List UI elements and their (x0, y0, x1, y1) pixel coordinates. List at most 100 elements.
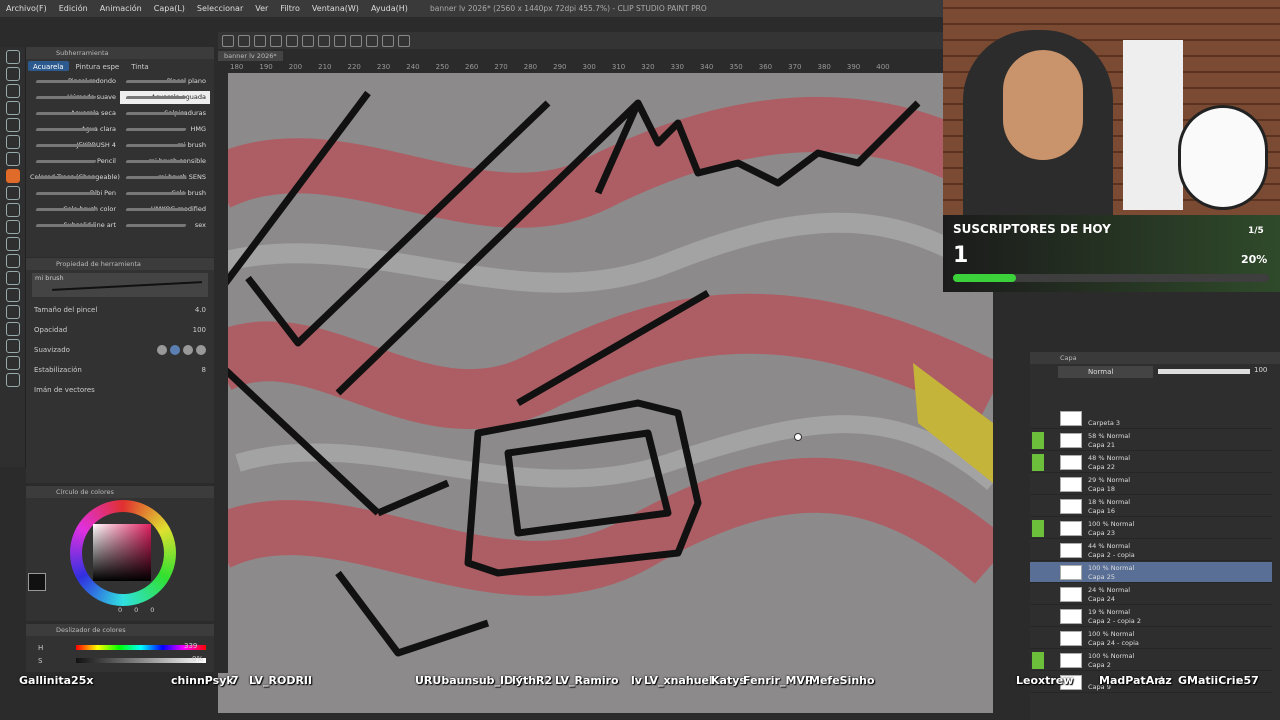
vector-label[interactable]: Imán de vectores (34, 386, 95, 394)
zoom-icon[interactable] (5, 50, 20, 64)
brush-item[interactable]: Pencil (30, 155, 120, 168)
document-tab[interactable]: banner lv 2026* (218, 51, 283, 61)
layer-row[interactable]: 100 % Normal Capa 23 (1030, 518, 1272, 539)
main-color-icon[interactable] (5, 373, 20, 387)
drawing-canvas[interactable] (218, 63, 993, 713)
menu-filtro[interactable]: Filtro (274, 4, 306, 13)
menu-ayuda[interactable]: Ayuda(H) (365, 4, 414, 13)
balloon-icon[interactable] (5, 339, 20, 353)
brush-item[interactable]: Agua clara (30, 123, 120, 136)
layer-row[interactable]: 29 % Normal Capa 18 (1030, 474, 1272, 495)
pen-icon[interactable] (5, 135, 20, 149)
brush-item[interactable]: Salpicaduras (120, 107, 210, 120)
menu-edicion[interactable]: Edición (53, 4, 94, 13)
figure-icon[interactable] (5, 288, 20, 302)
blend-icon[interactable] (5, 237, 20, 251)
layer-row[interactable]: 44 % Normal Capa 2 - copia (1030, 540, 1272, 561)
open-icon[interactable] (238, 34, 250, 47)
gradient-icon[interactable] (5, 271, 20, 285)
layer-row[interactable]: 19 % Normal Capa 2 - copia 2 (1030, 606, 1272, 627)
brush-item[interactable]: Bibi Pen (30, 187, 120, 200)
layer-row[interactable]: 58 % Normal Capa 21 (1030, 430, 1272, 451)
layer-opacity-value[interactable]: 100 (1254, 366, 1267, 374)
brush-item[interactable]: Pincel plano (120, 75, 210, 88)
menu-seleccionar[interactable]: Seleccionar (191, 4, 249, 13)
eye-icon[interactable] (1032, 564, 1044, 581)
menu-archivo[interactable]: Archivo(F) (0, 4, 53, 13)
tab-tinta[interactable]: Tinta (126, 61, 153, 71)
brush-item[interactable]: Colo brush (120, 187, 210, 200)
brush-item[interactable]: JEKBRUSH 4 (30, 139, 120, 152)
snap-icon[interactable] (334, 34, 346, 47)
operation-icon[interactable] (5, 84, 20, 98)
layer-row[interactable]: 24 % Normal Capa 24 (1030, 584, 1272, 605)
eye-icon[interactable] (1032, 498, 1044, 515)
eye-icon[interactable] (1032, 608, 1044, 625)
eraser-icon[interactable] (5, 220, 20, 234)
airbrush-icon[interactable] (5, 186, 20, 200)
menu-ver[interactable]: Ver (249, 4, 274, 13)
brush-item[interactable]: Colo brush color (30, 203, 120, 216)
layer-row[interactable]: 100 % Normal Capa 2 (1030, 650, 1272, 671)
eye-icon[interactable] (1032, 586, 1044, 603)
menu-ventana[interactable]: Ventana(W) (306, 4, 365, 13)
rotate-icon[interactable] (398, 34, 410, 47)
flip-icon[interactable] (382, 34, 394, 47)
brush-item[interactable]: Acuarela seca (30, 107, 120, 120)
brush-item[interactable]: sex (120, 219, 210, 232)
main-color-swatch[interactable] (28, 573, 46, 591)
tab-pintura[interactable]: Pintura espe (71, 61, 125, 71)
layer-opacity-slider[interactable] (1158, 369, 1250, 374)
brush-item[interactable]: Pincel redondo (30, 75, 120, 88)
brush-item[interactable]: mi brush SENS (120, 171, 210, 184)
eye-icon[interactable] (1032, 520, 1044, 537)
tab-acuarela[interactable]: Acuarela (28, 61, 69, 71)
brush-item[interactable]: Húmedo suave (30, 91, 120, 104)
undo-icon[interactable] (270, 34, 282, 47)
new-icon[interactable] (222, 34, 234, 47)
redo-icon[interactable] (286, 34, 298, 47)
smoothing-option[interactable] (196, 345, 206, 355)
eye-icon[interactable] (1032, 432, 1044, 449)
brush-item[interactable]: HMG (120, 123, 210, 136)
layer-row[interactable]: Carpeta 3 (1030, 408, 1272, 429)
smoothing-option[interactable] (170, 345, 180, 355)
menu-capa[interactable]: Capa(L) (148, 4, 191, 13)
frame-icon[interactable] (5, 305, 20, 319)
brush-item[interactable]: Colored Trees (Changeable) (30, 171, 120, 184)
layer-row[interactable]: 100 % Normal Capa 24 - copia (1030, 628, 1272, 649)
eye-icon[interactable] (1032, 410, 1044, 427)
smoothing-option[interactable] (157, 345, 167, 355)
layer-row[interactable]: 48 % Normal Capa 22 (1030, 452, 1272, 473)
stabilization-value[interactable]: 8 (202, 366, 206, 374)
selection-icon[interactable] (5, 101, 20, 115)
eye-icon[interactable] (1032, 630, 1044, 647)
layer-row[interactable]: 100 % Normal Capa 25 (1030, 562, 1272, 583)
opacity-value[interactable]: 100 (193, 326, 206, 334)
decoration-icon[interactable] (5, 203, 20, 217)
brush-item[interactable]: mi brush sensible (120, 155, 210, 168)
eye-icon[interactable] (1032, 652, 1044, 669)
saturation-slider[interactable] (76, 658, 206, 663)
smoothing-option[interactable] (183, 345, 193, 355)
text-icon[interactable] (5, 322, 20, 336)
saturation-value-square[interactable] (93, 524, 151, 581)
correct-line-icon[interactable] (5, 356, 20, 370)
size-value[interactable]: 4.0 (195, 306, 206, 314)
brush-item[interactable]: Subsolid line art (30, 219, 120, 232)
ruler-icon[interactable] (350, 34, 362, 47)
move-icon[interactable] (5, 67, 20, 81)
menu-animacion[interactable]: Animación (94, 4, 148, 13)
eye-icon[interactable] (1032, 454, 1044, 471)
blend-mode-select[interactable]: Normal (1058, 366, 1153, 378)
save-icon[interactable] (254, 34, 266, 47)
eye-icon[interactable] (1032, 542, 1044, 559)
eye-icon[interactable] (1032, 476, 1044, 493)
clear-icon[interactable] (302, 34, 314, 47)
eyedropper-icon[interactable] (5, 118, 20, 132)
fill-icon[interactable] (5, 254, 20, 268)
transform-icon[interactable] (318, 34, 330, 47)
brush-item[interactable]: mi brush (120, 139, 210, 152)
brush-icon[interactable] (5, 169, 20, 183)
pencil-icon[interactable] (5, 152, 20, 166)
